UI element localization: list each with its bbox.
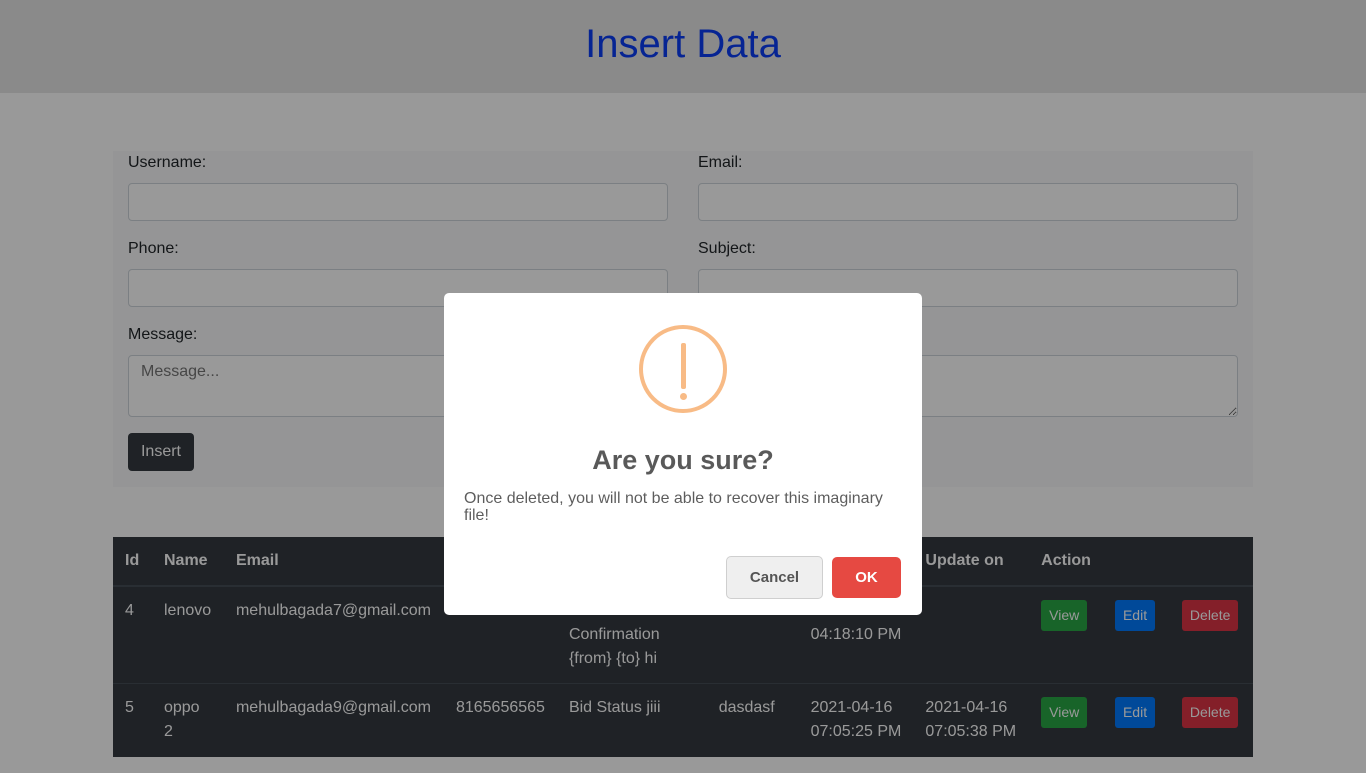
dialog-text: Once deleted, you will not be able to re… <box>464 490 883 524</box>
confirm-dialog: Are you sure? Once deleted, you will not… <box>444 293 922 615</box>
warning-icon <box>639 325 727 413</box>
warning-icon-bar <box>681 343 686 389</box>
warning-icon-dot <box>680 393 687 400</box>
ok-button[interactable]: OK <box>832 557 901 598</box>
cancel-button[interactable]: Cancel <box>726 556 823 599</box>
dialog-title: Are you sure? <box>592 445 774 475</box>
